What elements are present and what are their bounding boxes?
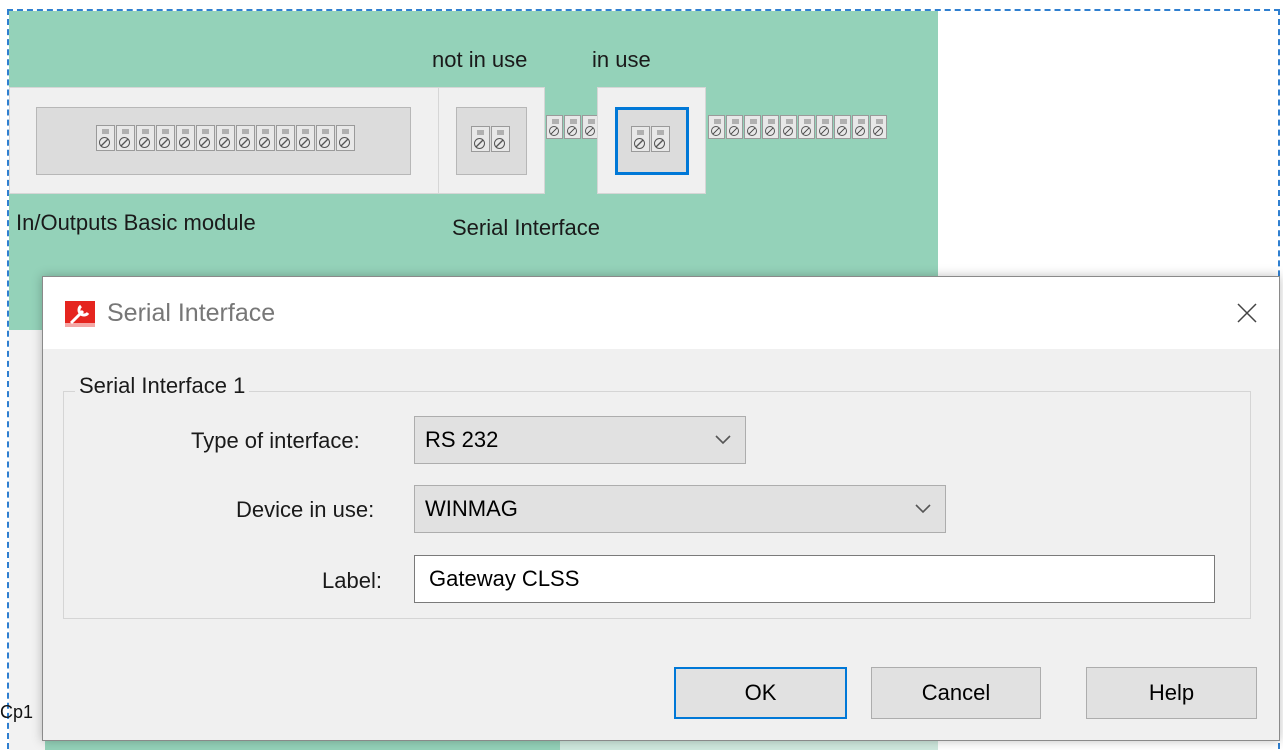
header-not-in-use: not in use <box>432 47 528 72</box>
serial-slot-terminal-block <box>456 107 527 175</box>
serial-slot-terminals <box>471 126 511 152</box>
type-of-interface-dropdown[interactable]: RS 232 <box>414 416 746 464</box>
serial-slot-not-in-use[interactable] <box>438 87 545 194</box>
type-of-interface-value: RS 232 <box>425 427 499 452</box>
connector-strip-left <box>546 115 600 139</box>
basic-module-terminals <box>96 125 356 151</box>
help-button[interactable]: Help <box>1086 667 1257 719</box>
header-in-use: in use <box>592 47 651 72</box>
chevron-down-icon <box>915 504 931 514</box>
background-cut-text: Cp1 <box>0 702 34 722</box>
basic-module-label: In/Outputs Basic module <box>16 210 256 235</box>
ok-button[interactable]: OK <box>674 667 847 719</box>
label-input[interactable]: Gateway CLSS <box>414 555 1215 603</box>
background-side-panel <box>9 330 45 750</box>
selected-slot-terminals <box>631 126 671 152</box>
serial-slot-in-use[interactable] <box>597 87 706 194</box>
groupbox-title: Serial Interface 1 <box>75 373 250 399</box>
device-in-use-label: Device in use: <box>236 497 375 522</box>
serial-slot-selected <box>615 107 689 175</box>
type-of-interface-label: Type of interface: <box>191 428 360 453</box>
basic-module-terminal-block <box>36 107 411 175</box>
device-in-use-dropdown[interactable]: WINMAG <box>414 485 946 533</box>
close-icon[interactable] <box>1231 297 1263 329</box>
wrench-app-icon <box>63 297 99 333</box>
dialog-title: Serial Interface <box>107 299 276 327</box>
serial-interface-label: Serial Interface <box>452 215 600 240</box>
cancel-button[interactable]: Cancel <box>871 667 1041 719</box>
serial-interface-dialog: Serial Interface Serial Interface 1 Type… <box>42 276 1280 741</box>
dialog-titlebar[interactable]: Serial Interface <box>43 277 1279 349</box>
chevron-down-icon <box>715 435 731 445</box>
label-field-label: Label: <box>322 568 382 593</box>
basic-module[interactable] <box>9 87 439 194</box>
connector-strip-right <box>708 115 888 139</box>
device-in-use-value: WINMAG <box>425 496 518 521</box>
